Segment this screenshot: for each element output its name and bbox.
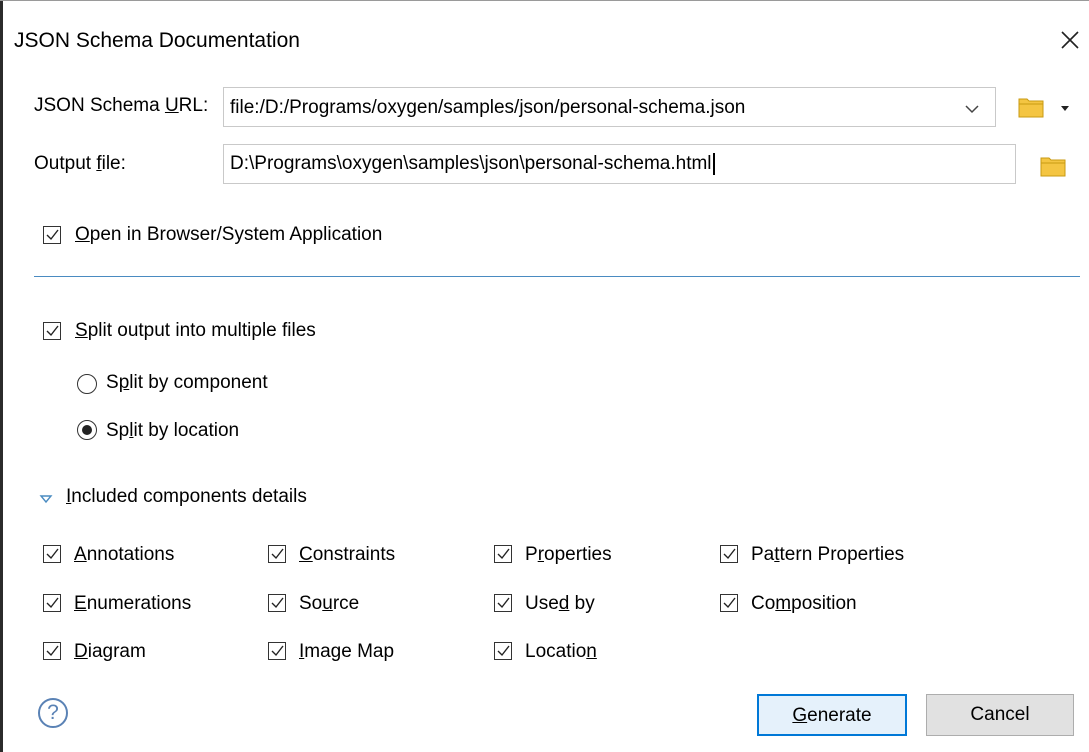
split-by-location-radio[interactable]: [77, 420, 97, 440]
generate-button[interactable]: Generate: [757, 694, 907, 736]
split-by-component-radio[interactable]: [77, 374, 97, 394]
dropdown-arrow-icon[interactable]: [1059, 100, 1071, 111]
pattern-properties-checkbox[interactable]: [720, 545, 738, 563]
folder-icon[interactable]: [1018, 96, 1044, 118]
location-checkbox[interactable]: [494, 642, 512, 660]
cancel-button[interactable]: Cancel: [926, 694, 1074, 736]
output-file-input[interactable]: D:\Programs\oxygen\samples\json\personal…: [223, 144, 1016, 184]
schema-url-combo[interactable]: file:/D:/Programs/oxygen/samples/json/pe…: [223, 87, 996, 127]
constraints-label[interactable]: Constraints: [299, 544, 395, 566]
open-browser-label[interactable]: Open in Browser/System Application: [75, 224, 382, 246]
annotations-label[interactable]: Annotations: [74, 544, 174, 566]
constraints-checkbox[interactable]: [268, 545, 286, 563]
location-label[interactable]: Location: [525, 641, 597, 663]
source-checkbox[interactable]: [268, 594, 286, 612]
split-output-checkbox[interactable]: [43, 322, 61, 340]
diagram-label[interactable]: Diagram: [74, 641, 146, 663]
schema-url-value: file:/D:/Programs/oxygen/samples/json/pe…: [230, 97, 746, 118]
composition-label[interactable]: Composition: [751, 593, 857, 615]
annotations-checkbox[interactable]: [43, 545, 61, 563]
output-file-value: D:\Programs\oxygen\samples\json\personal…: [230, 153, 715, 175]
window-edge: [0, 0, 3, 752]
used-by-label[interactable]: Used by: [525, 593, 595, 615]
open-browser-checkbox[interactable]: [43, 226, 61, 244]
close-icon[interactable]: [1054, 24, 1086, 56]
window-top-edge: [0, 0, 1089, 1]
split-by-component-label[interactable]: Split by component: [106, 372, 268, 394]
properties-label[interactable]: Properties: [525, 544, 612, 566]
image-map-checkbox[interactable]: [268, 642, 286, 660]
used-by-checkbox[interactable]: [494, 594, 512, 612]
image-map-label[interactable]: Image Map: [299, 641, 394, 663]
schema-url-label: JSON Schema URL:: [34, 95, 209, 116]
split-output-label[interactable]: Split output into multiple files: [75, 320, 316, 342]
source-label[interactable]: Source: [299, 593, 359, 615]
dialog-title: JSON Schema Documentation: [14, 29, 300, 52]
properties-checkbox[interactable]: [494, 545, 512, 563]
diagram-checkbox[interactable]: [43, 642, 61, 660]
expand-triangle-icon[interactable]: [39, 491, 53, 504]
help-icon[interactable]: ?: [38, 698, 68, 728]
folder-icon[interactable]: [1040, 155, 1066, 177]
enumerations-checkbox[interactable]: [43, 594, 61, 612]
split-by-location-label[interactable]: Split by location: [106, 420, 239, 442]
pattern-properties-label[interactable]: Pattern Properties: [751, 544, 904, 566]
output-file-label: Output file:: [34, 153, 126, 174]
enumerations-label[interactable]: Enumerations: [74, 593, 191, 615]
included-components-toggle[interactable]: Included components details: [66, 486, 307, 508]
separator: [34, 276, 1080, 277]
chevron-down-icon[interactable]: [963, 100, 981, 118]
composition-checkbox[interactable]: [720, 594, 738, 612]
